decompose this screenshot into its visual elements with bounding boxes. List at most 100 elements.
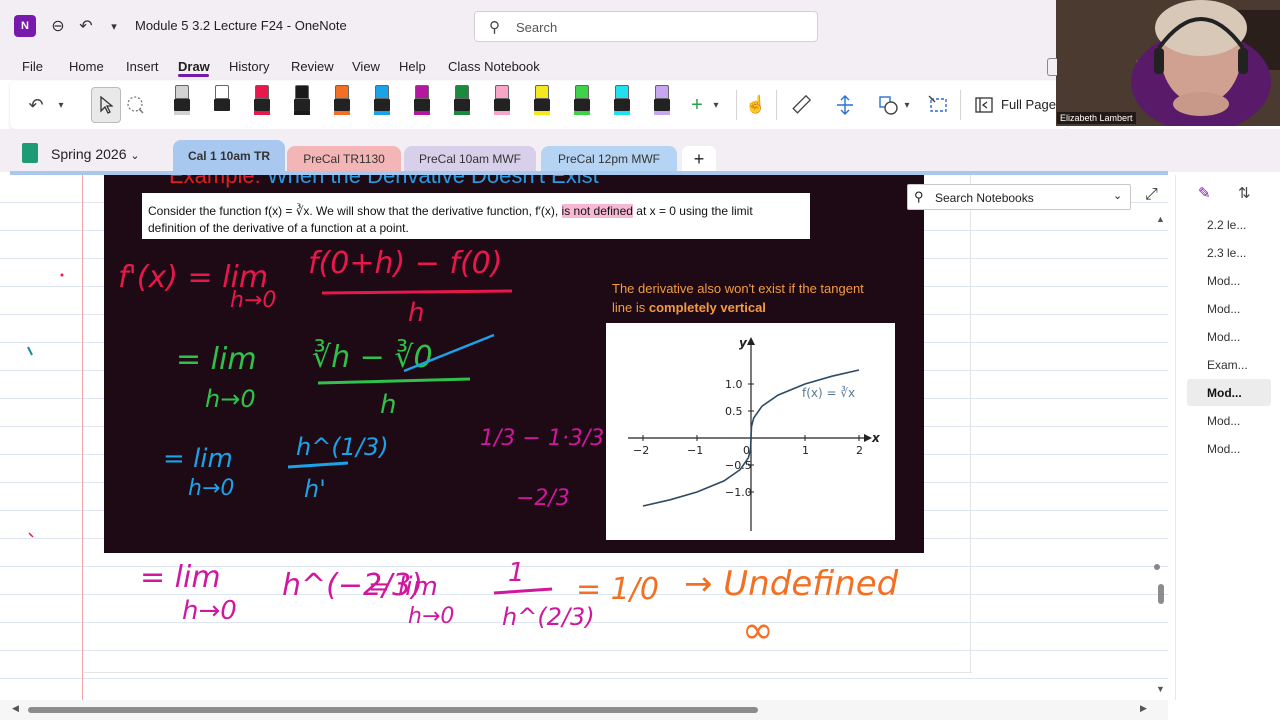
section-tab-precal-12pm[interactable]: PreCal 12pm MWF	[541, 146, 677, 172]
expand-icon[interactable]: ⤢	[1145, 186, 1158, 204]
ribbon-overflow-edge	[1047, 58, 1057, 76]
scroll-down-icon[interactable]: ▼	[1156, 684, 1165, 694]
select-tool-button[interactable]	[91, 87, 121, 123]
menu-file[interactable]: File	[22, 59, 43, 74]
page-list-item[interactable]: Mod...	[1207, 386, 1242, 400]
page-list-item[interactable]: 2.2 le...	[1207, 218, 1246, 232]
document-title: Module 5 3.2 Lecture F24 - OneNote	[135, 18, 347, 33]
new-page-icon[interactable]: ✎	[1198, 184, 1211, 202]
ink-step3-lim: = lim	[163, 444, 233, 474]
ink-side-result: −2/3	[516, 486, 570, 511]
presenter-name-label: Elizabeth Lambert	[1057, 112, 1136, 124]
page-list-item[interactable]: 2.3 le...	[1207, 246, 1246, 260]
ink-to-shape-icon[interactable]	[926, 89, 952, 121]
ink-step4-frac-den: h^(2/3)	[502, 603, 595, 631]
section-tab-label: Cal 1 10am TR	[187, 149, 271, 163]
menu-help[interactable]: Help	[399, 59, 426, 74]
pen-13-icon[interactable]	[652, 85, 672, 123]
menu-history[interactable]: History	[229, 59, 269, 74]
quick-access-dropdown-icon[interactable]: ▾	[102, 14, 126, 38]
pen-8-icon[interactable]	[452, 85, 472, 123]
undo-icon[interactable]: ↶	[74, 14, 98, 38]
page-list-item[interactable]: Exam...	[1207, 358, 1248, 372]
ruler-icon[interactable]	[788, 89, 814, 121]
pointer-icon	[100, 96, 113, 114]
shapes-dropdown-icon[interactable]: ▾	[902, 89, 912, 121]
pen-3-icon[interactable]	[252, 85, 272, 123]
page-list-item[interactable]: Mod...	[1207, 442, 1240, 456]
section-tab-precal-10am[interactable]: PreCal 10am MWF	[404, 146, 536, 172]
menu-insert[interactable]: Insert	[126, 59, 159, 74]
shapes-icon[interactable]	[876, 89, 902, 121]
full-page-view-icon[interactable]	[972, 89, 996, 121]
notebook-selector[interactable]: Spring 2026 ⌄	[51, 146, 140, 162]
ribbon-separator	[960, 90, 961, 120]
page-list-item[interactable]: Mod...	[1207, 330, 1240, 344]
search-notebooks-label: Search Notebooks	[935, 191, 1034, 205]
add-pen-dropdown-icon[interactable]: ▾	[710, 89, 722, 121]
pen-4-icon[interactable]	[292, 85, 312, 123]
ink-step4-frac-num: 1	[508, 558, 525, 588]
ink-step2-num: ∛h − ∛0	[312, 339, 433, 375]
menu-draw[interactable]: Draw	[178, 59, 210, 74]
ink-step1-num: f(0+h) − f(0)	[308, 246, 502, 281]
ink-dot	[60, 273, 64, 277]
ink-fraction-bar	[317, 377, 471, 385]
scroll-right-icon[interactable]: ▶	[1140, 703, 1147, 714]
ink-layer: f'(x) = lim h→0 f(0+h) − f(0) h = lim h→…	[27, 246, 899, 652]
ink-step3-num: h^(1/3)	[296, 433, 389, 461]
ink-infinity: ∞	[742, 608, 774, 652]
scroll-left-icon[interactable]: ◀	[12, 703, 19, 714]
ink-side-calc: 1/3 − 1·3/3	[480, 426, 604, 451]
pen-7-icon[interactable]	[412, 85, 432, 123]
touch-draw-icon[interactable]: ☝	[744, 89, 768, 121]
menu-class-notebook[interactable]: Class Notebook	[448, 59, 540, 74]
back-icon[interactable]: ⊖	[46, 14, 70, 38]
pen-1-icon[interactable]	[172, 85, 192, 123]
menu-home[interactable]: Home	[69, 59, 104, 74]
pen-6-icon[interactable]	[372, 85, 392, 123]
search-input[interactable]: ⚲ Search	[474, 11, 818, 42]
undo-icon[interactable]: ↶	[24, 89, 48, 121]
add-pen-icon[interactable]: +	[686, 89, 708, 121]
section-tab-precal-tr1130[interactable]: PreCal TR1130	[287, 146, 401, 172]
pen-12-icon[interactable]	[612, 85, 632, 123]
ribbon-separator	[736, 90, 737, 120]
section-tab-cal1[interactable]: Cal 1 10am TR	[173, 140, 285, 172]
ink-step4-lim: = lim	[140, 560, 221, 595]
section-tab-label: PreCal 10am MWF	[418, 152, 522, 166]
lasso-select-icon[interactable]	[123, 89, 147, 121]
onenote-logo-icon: N	[14, 15, 36, 37]
pen-2-icon[interactable]	[212, 85, 232, 123]
ink-mark	[27, 346, 33, 356]
search-notebooks-dropdown[interactable]: ⚲ Search Notebooks ⌄	[907, 184, 1131, 210]
presenter-video	[1056, 0, 1280, 126]
ink-mark	[28, 532, 34, 538]
ink-undefined: → Undefined	[684, 564, 899, 604]
sort-icon[interactable]: ⇅	[1238, 184, 1251, 202]
page-list-item[interactable]: Mod...	[1207, 414, 1240, 428]
undo-dropdown-icon[interactable]: ▾	[54, 89, 68, 121]
vertical-scroll-thumb[interactable]	[1158, 584, 1164, 604]
horizontal-scroll-thumb[interactable]	[28, 707, 758, 713]
insert-space-icon[interactable]	[832, 89, 858, 121]
menu-review[interactable]: Review	[291, 59, 334, 74]
ink-step4-sub: h→0	[182, 596, 237, 626]
menu-view[interactable]: View	[352, 59, 380, 74]
horizontal-scrollbar[interactable]: ◀ ▶	[0, 700, 1168, 720]
pen-10-icon[interactable]	[532, 85, 552, 123]
pen-9-icon[interactable]	[492, 85, 512, 123]
pen-11-icon[interactable]	[572, 85, 592, 123]
scroll-up-icon[interactable]: ▲	[1156, 214, 1165, 224]
vertical-scrollbar[interactable]: ▲ ▼	[1152, 210, 1170, 700]
page-list-item[interactable]: Mod...	[1207, 274, 1240, 288]
full-page-view-button[interactable]: Full Page	[1001, 97, 1056, 112]
page-canvas[interactable]: Example: When the Derivative Doesn't Exi…	[0, 175, 1168, 700]
notebook-icon	[22, 143, 38, 163]
pen-5-icon[interactable]	[332, 85, 352, 123]
webcam-overlay	[1056, 0, 1280, 126]
ink-equals-one-over-zero: = 1/0	[576, 572, 659, 607]
page-list-item[interactable]: Mod...	[1207, 302, 1240, 316]
add-section-button[interactable]: +	[682, 146, 716, 172]
ink-step2-lim: = lim	[176, 342, 257, 377]
